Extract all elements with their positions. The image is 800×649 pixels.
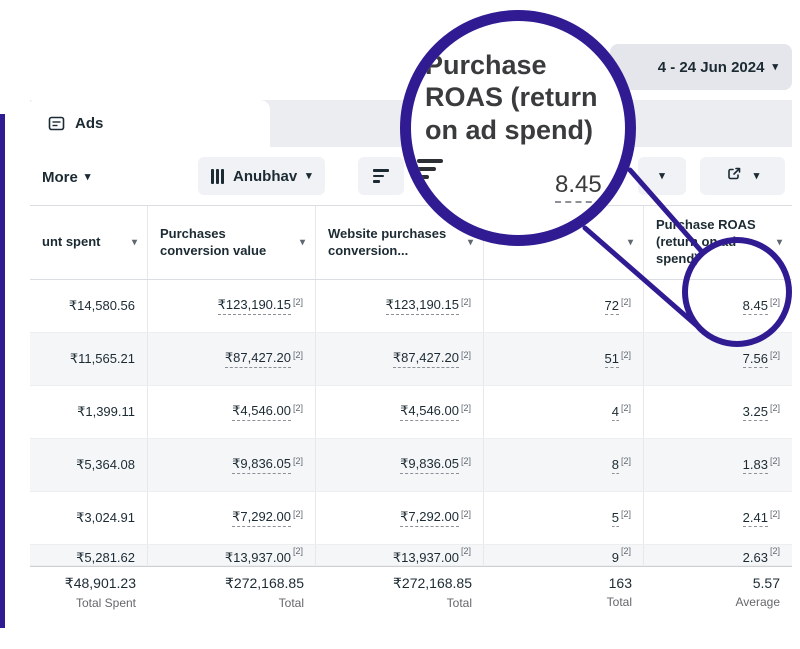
- cell-website-purchases-conversion: ₹87,427.20[2]: [316, 333, 484, 385]
- left-accent-bar: [0, 114, 5, 628]
- cell-purchases-conversion-value: ₹9,836.05[2]: [148, 439, 316, 491]
- more-button[interactable]: More ▾: [42, 160, 90, 194]
- date-range-selector[interactable]: 4 - 24 Jun 2024 ▾: [610, 44, 792, 90]
- column-header-website-purchases-conversion[interactable]: Website purchases conversion... ▾: [316, 206, 484, 279]
- cell-website-purchases-conversion: ₹13,937.00[2]: [316, 545, 484, 566]
- chevron-down-icon: ▾: [85, 172, 91, 183]
- total-website-purchases-conversion: ₹272,168.85 Total: [316, 567, 484, 628]
- cell-purchase-roas: 7.56[2]: [644, 333, 792, 385]
- tab-ads-label: Ads: [75, 115, 103, 132]
- cell-results: 9[2]: [484, 545, 644, 566]
- cell-purchases-conversion-value: ₹4,546.00[2]: [148, 386, 316, 438]
- total-results: 163 Total: [484, 567, 644, 628]
- table-body: ₹14,580.56 ₹123,190.15[2] ₹123,190.15[2]…: [30, 280, 792, 566]
- cell-website-purchases-conversion: ₹9,836.05[2]: [316, 439, 484, 491]
- cell-purchases-conversion-value: ₹13,937.00[2]: [148, 545, 316, 566]
- chevron-down-icon: ▾: [754, 171, 760, 182]
- columns-icon: [211, 169, 224, 184]
- cell-results: 51[2]: [484, 333, 644, 385]
- more-button-label: More: [42, 169, 78, 186]
- cell-results: 72[2]: [484, 280, 644, 332]
- chevron-down-icon: ▾: [659, 171, 665, 182]
- columns-preset-button[interactable]: Anubhav ▾: [198, 157, 325, 195]
- date-range-label: 4 - 24 Jun 2024: [658, 59, 765, 76]
- cell-results: 5[2]: [484, 492, 644, 544]
- sort-caret-icon: ▾: [628, 238, 633, 248]
- total-purchase-roas: 5.57 Average: [644, 567, 792, 628]
- column-header-purchases-conversion-value[interactable]: Purchases conversion value ▾: [148, 206, 316, 279]
- cell-amount-spent: ₹1,399.11: [30, 386, 148, 438]
- export-button[interactable]: ▾: [700, 157, 785, 195]
- chevron-down-icon: ▾: [306, 171, 312, 182]
- export-icon: [726, 166, 742, 186]
- table-row: ₹3,024.91 ₹7,292.00[2] ₹7,292.00[2] 5[2]…: [30, 492, 792, 545]
- cell-purchase-roas: 3.25[2]: [644, 386, 792, 438]
- cell-amount-spent: ₹11,565.21: [30, 333, 148, 385]
- cell-purchase-roas: 2.41[2]: [644, 492, 792, 544]
- sort-caret-icon: ▾: [468, 238, 473, 248]
- table-row: ₹5,281.62 ₹13,937.00[2] ₹13,937.00[2] 9[…: [30, 545, 792, 566]
- ads-manager-page: 4 - 24 Jun 2024 ▾ Ads More ▾ Anubhav ▾ ▾: [0, 0, 800, 649]
- column-header-amount-spent[interactable]: unt spent ▾: [30, 206, 148, 279]
- cell-purchases-conversion-value: ₹7,292.00[2]: [148, 492, 316, 544]
- table-row: ₹11,565.21 ₹87,427.20[2] ₹87,427.20[2] 5…: [30, 333, 792, 386]
- table-row: ₹1,399.11 ₹4,546.00[2] ₹4,546.00[2] 4[2]…: [30, 386, 792, 439]
- total-purchases-conversion-value: ₹272,168.85 Total: [148, 567, 316, 628]
- cell-results: 8[2]: [484, 439, 644, 491]
- cell-purchases-conversion-value: ₹87,427.20[2]: [148, 333, 316, 385]
- table-totals-row: ₹48,901.23 Total Spent ₹272,168.85 Total…: [30, 566, 792, 628]
- cell-purchases-conversion-value: ₹123,190.15[2]: [148, 280, 316, 332]
- table-header: unt spent ▾ Purchases conversion value ▾…: [30, 205, 792, 280]
- toolbar: More ▾ Anubhav ▾ ▾ ▾: [30, 147, 792, 205]
- cell-website-purchases-conversion: ₹123,190.15[2]: [316, 280, 484, 332]
- cell-website-purchases-conversion: ₹4,546.00[2]: [316, 386, 484, 438]
- cell-amount-spent: ₹5,281.62: [30, 545, 148, 566]
- total-amount-spent: ₹48,901.23 Total Spent: [30, 567, 148, 628]
- cell-results: 4[2]: [484, 386, 644, 438]
- sort-caret-icon: ▾: [300, 238, 305, 248]
- chevron-down-icon: ▾: [772, 62, 778, 73]
- table-row: ₹5,364.08 ₹9,836.05[2] ₹9,836.05[2] 8[2]…: [30, 439, 792, 492]
- cell-amount-spent: ₹3,024.91: [30, 492, 148, 544]
- cell-amount-spent: ₹14,580.56: [30, 280, 148, 332]
- columns-preset-label: Anubhav: [233, 168, 297, 185]
- breakdown-button[interactable]: [358, 157, 404, 195]
- cell-amount-spent: ₹5,364.08: [30, 439, 148, 491]
- reports-dropdown-button[interactable]: ▾: [638, 157, 686, 195]
- tab-ads[interactable]: Ads: [30, 100, 270, 147]
- column-header-results[interactable]: ▾: [484, 206, 644, 279]
- table-row: ₹14,580.56 ₹123,190.15[2] ₹123,190.15[2]…: [30, 280, 792, 333]
- cell-purchase-roas: 1.83[2]: [644, 439, 792, 491]
- filter-icon: [373, 169, 389, 183]
- cell-purchase-roas: 2.63[2]: [644, 545, 792, 566]
- sort-caret-icon: ▾: [132, 238, 137, 248]
- cell-website-purchases-conversion: ₹7,292.00[2]: [316, 492, 484, 544]
- sort-caret-icon: ▾: [777, 238, 782, 248]
- ads-icon: [48, 115, 65, 132]
- column-header-purchase-roas[interactable]: Purchase ROAS (return on ad spend) ▾: [644, 206, 792, 279]
- cell-purchase-roas: 8.45[2]: [644, 280, 792, 332]
